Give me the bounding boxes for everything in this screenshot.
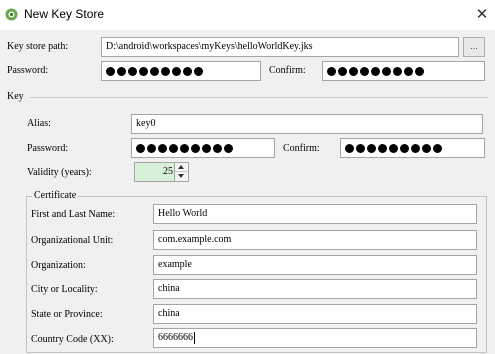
key-confirm-label: Confirm: [283,143,320,154]
password-dot [106,66,115,76]
password-dot [194,66,203,76]
keystore-confirm-field[interactable] [322,61,485,81]
alias-label: Alias: [27,118,51,129]
key-section-label: Key [7,91,24,102]
password-mask [106,62,256,80]
password-dot [389,143,398,153]
password-dot [169,143,178,153]
state-field[interactable]: china [153,304,477,324]
password-mask [327,62,480,80]
spinner-buttons [174,163,188,181]
first-last-name-label: First and Last Name: [31,209,116,220]
city-field[interactable]: china [153,279,477,299]
state-label: State or Province: [31,309,103,320]
org-unit-field[interactable]: com.example.com [153,230,477,250]
browse-button[interactable]: ... [463,37,485,57]
keystore-path-label: Key store path: [7,41,69,52]
password-dot [360,66,369,76]
password-dot [400,143,409,153]
android-studio-icon [5,8,18,21]
organization-field[interactable]: example [153,255,477,275]
city-label: City or Locality: [31,284,98,295]
validity-value: 25 [163,166,173,177]
password-dot [224,143,233,153]
password-dot [180,143,189,153]
password-dot [161,66,170,76]
keystore-password-label: Password: [7,65,49,76]
password-dot [128,66,137,76]
organization-label: Organization: [31,260,86,271]
window-title: New Key Store [24,7,105,21]
password-dot [139,66,148,76]
password-mask [136,139,270,157]
password-dot [349,66,358,76]
password-dot [382,66,391,76]
password-dot [202,143,211,153]
password-dot [117,66,126,76]
validity-label: Validity (years): [27,167,92,178]
password-dot [393,66,402,76]
password-dot [367,143,376,153]
password-dot [191,143,200,153]
password-dot [183,66,192,76]
password-dot [327,66,336,76]
password-dot [378,143,387,153]
password-dot [172,66,181,76]
password-dot [433,143,442,153]
password-mask [345,139,480,157]
chevron-up-icon[interactable] [175,163,188,172]
text-caret [194,331,195,344]
title-bar: New Key Store ✕ [0,0,495,30]
password-dot [356,143,365,153]
validity-spinner[interactable]: 25 [134,162,189,182]
password-dot [371,66,380,76]
country-code-value: 6666666 [158,332,193,343]
password-dot [136,143,145,153]
key-password-label: Password: [27,143,69,154]
country-code-field[interactable]: 6666666 [153,328,477,348]
password-dot [345,143,354,153]
keystore-confirm-label: Confirm: [269,65,306,76]
password-dot [338,66,347,76]
password-dot [158,143,167,153]
chevron-down-icon[interactable] [175,172,188,181]
close-icon[interactable]: ✕ [472,3,492,25]
org-unit-label: Organizational Unit: [31,235,114,246]
password-dot [422,143,431,153]
password-dot [411,143,420,153]
country-code-label: Country Code (XX): [31,334,114,345]
certificate-legend: Certificate [32,190,79,201]
keystore-password-field[interactable] [101,61,261,81]
password-dot [213,143,222,153]
key-section-divider [30,97,488,98]
password-dot [147,143,156,153]
key-password-field[interactable] [131,138,275,158]
password-dot [415,66,424,76]
password-dot [150,66,159,76]
keystore-path-field[interactable]: D:\android\workspaces\myKeys\helloWorldK… [101,37,459,57]
key-confirm-field[interactable] [340,138,485,158]
first-last-name-field[interactable]: Hello World [153,204,477,224]
password-dot [404,66,413,76]
alias-field[interactable]: key0 [131,114,483,134]
dialog-body: Key store path: D:\android\workspaces\my… [0,30,495,354]
